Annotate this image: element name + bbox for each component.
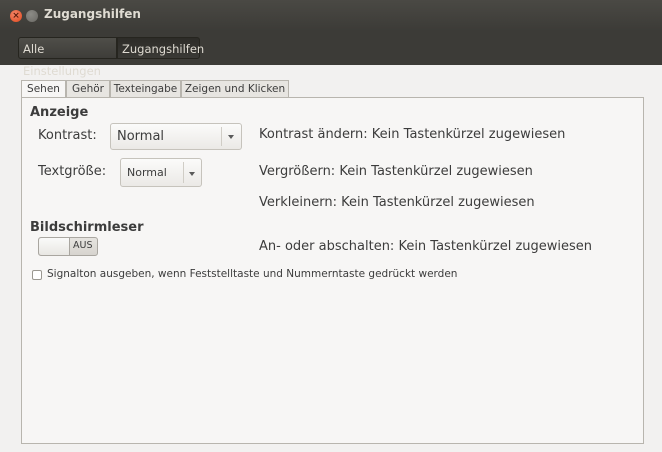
chevron-down-icon [189, 172, 195, 176]
dropdown-separator [183, 162, 184, 183]
window-title: Zugangshilfen [44, 7, 141, 21]
contrast-dropdown[interactable]: Normal [110, 123, 242, 150]
shortcut-contrast[interactable]: Kontrast ändern: Kein Tastenkürzel zugew… [259, 127, 565, 142]
chevron-down-icon [228, 135, 234, 139]
title-bar: × Zugangshilfen [0, 0, 662, 31]
beep-checkbox-label[interactable]: Signalton ausgeben, wenn Feststelltaste … [47, 268, 457, 280]
textsize-dropdown[interactable]: Normal [120, 158, 202, 187]
contrast-value: Normal [117, 129, 165, 144]
section-title-anzeige: Anzeige [30, 105, 89, 120]
switch-state: AUS [73, 240, 93, 251]
shortcut-zoom-out[interactable]: Verkleinern: Kein Tastenkürzel zugewiese… [259, 195, 535, 210]
dropdown-separator [221, 127, 222, 146]
breadcrumb-current[interactable]: Zugangshilfen [117, 37, 204, 59]
all-settings-button[interactable]: Alle Einstellungen [18, 37, 117, 78]
tab-sehen[interactable]: Sehen [21, 80, 66, 98]
shortcut-screenreader[interactable]: An- oder abschalten: Kein Tastenkürzel z… [259, 239, 592, 254]
tab-gehoer[interactable]: Gehör [66, 80, 110, 97]
shortcut-zoom-in[interactable]: Vergrößern: Kein Tastenkürzel zugewiesen [259, 164, 533, 179]
textsize-value: Normal [127, 166, 167, 179]
toolbar: Alle Einstellungen Zugangshilfen [0, 31, 662, 78]
screenreader-switch[interactable]: AUS [38, 237, 98, 256]
minimize-icon[interactable] [26, 10, 38, 22]
tab-texteingabe[interactable]: Texteingabe [110, 80, 181, 97]
switch-knob [39, 238, 70, 255]
contrast-label: Kontrast: [38, 128, 97, 143]
textsize-label: Textgröße: [38, 164, 107, 179]
section-title-bildschirmleser: Bildschirmleser [30, 220, 144, 235]
close-icon[interactable]: × [10, 10, 22, 22]
tab-zeigen-und-klicken[interactable]: Zeigen und Klicken [181, 80, 289, 97]
beep-checkbox[interactable] [32, 270, 42, 280]
